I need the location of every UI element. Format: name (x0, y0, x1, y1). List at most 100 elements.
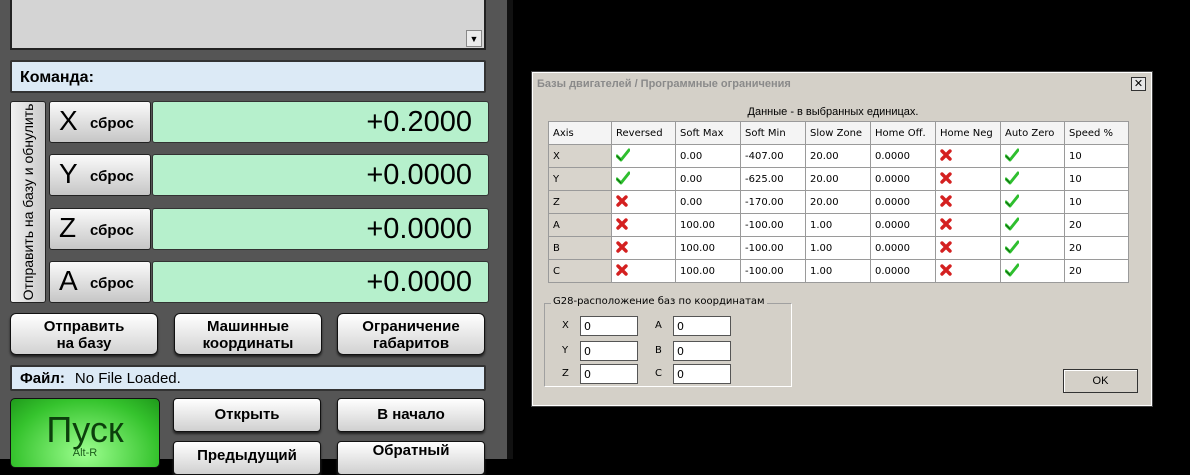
close-button[interactable]: ✕ (1131, 77, 1146, 91)
checkmark-icon (615, 148, 631, 162)
home-neg-cell[interactable] (935, 259, 1001, 283)
table-row: Y 0.00 -625.00 20.00 0.0000 10 (548, 167, 1129, 191)
ok-button[interactable]: OK (1063, 369, 1138, 393)
home-offset-cell[interactable]: 0.0000 (870, 190, 936, 214)
prev-line-button[interactable]: Предыдущий (173, 441, 321, 475)
z-axis-letter: Z (59, 212, 77, 243)
soft-max-cell[interactable]: 100.00 (675, 213, 741, 237)
home-offset-cell[interactable]: 0.0000 (870, 167, 936, 191)
g28-a-label: A (655, 320, 662, 331)
soft-max-cell[interactable]: 100.00 (675, 259, 741, 283)
auto-zero-cell[interactable] (1000, 190, 1065, 214)
g28-x-input[interactable] (580, 316, 638, 336)
g28-y-input[interactable] (580, 341, 638, 361)
soft-min-cell[interactable]: -100.00 (740, 259, 806, 283)
reverse-run-button[interactable]: Обратный (337, 441, 485, 475)
speed-cell[interactable]: 20 (1064, 213, 1129, 237)
a-dro-value[interactable]: +0.0000 (152, 261, 489, 303)
cycle-start-hotkey: Alt-R (72, 447, 98, 459)
home-offset-cell[interactable]: 0.0000 (870, 213, 936, 237)
slow-zone-cell[interactable]: 1.00 (805, 236, 871, 260)
cross-icon (616, 194, 628, 207)
slow-zone-cell[interactable]: 20.00 (805, 144, 871, 168)
axis-name-cell: Z (548, 190, 612, 214)
reversed-cell[interactable] (611, 236, 676, 260)
g28-a-input[interactable] (673, 316, 731, 336)
reversed-cell[interactable] (611, 144, 676, 168)
z-reset-button[interactable]: Z сброс (49, 208, 151, 250)
soft-max-cell[interactable]: 0.00 (675, 167, 741, 191)
column-header: Home Neg (935, 121, 1001, 145)
soft-min-cell[interactable]: -407.00 (740, 144, 806, 168)
home-offset-cell[interactable]: 0.0000 (870, 259, 936, 283)
slow-zone-cell[interactable]: 20.00 (805, 167, 871, 191)
scroll-down-button[interactable]: ▼ (466, 30, 482, 47)
auto-zero-cell[interactable] (1000, 167, 1065, 191)
soft-limits-button[interactable]: Ограничение габаритов (337, 313, 485, 355)
slow-zone-cell[interactable]: 20.00 (805, 190, 871, 214)
slow-zone-cell[interactable]: 1.00 (805, 259, 871, 283)
ref-all-home-button[interactable]: Отправить на базу и обнулить (10, 101, 46, 303)
column-header: Soft Max (675, 121, 741, 145)
g28-z-input[interactable] (580, 364, 638, 384)
x-reset-button[interactable]: X сброс (49, 101, 151, 143)
y-axis-letter: Y (59, 158, 78, 189)
soft-max-cell[interactable]: 0.00 (675, 190, 741, 214)
soft-min-cell[interactable]: -100.00 (740, 236, 806, 260)
cross-icon (616, 240, 628, 253)
speed-cell[interactable]: 10 (1064, 190, 1129, 214)
home-neg-cell[interactable] (935, 213, 1001, 237)
open-file-button[interactable]: Открыть (173, 398, 321, 432)
x-dro-value[interactable]: +0.2000 (152, 101, 489, 143)
soft-max-cell[interactable]: 100.00 (675, 236, 741, 260)
home-neg-cell[interactable] (935, 236, 1001, 260)
home-neg-cell[interactable] (935, 190, 1001, 214)
ref-home-button[interactable]: Отправить на базу (10, 313, 158, 355)
reversed-cell[interactable] (611, 167, 676, 191)
command-input[interactable]: Команда: (10, 60, 486, 93)
soft-min-cell[interactable]: -100.00 (740, 213, 806, 237)
a-reset-button[interactable]: A сброс (49, 261, 151, 303)
auto-zero-cell[interactable] (1000, 259, 1065, 283)
cross-icon (940, 263, 952, 276)
reversed-cell[interactable] (611, 190, 676, 214)
home-neg-cell[interactable] (935, 144, 1001, 168)
auto-zero-cell[interactable] (1000, 144, 1065, 168)
soft-max-cell[interactable]: 0.00 (675, 144, 741, 168)
cycle-start-button[interactable]: Пуск Alt-R (10, 398, 160, 468)
g28-b-label: B (655, 345, 662, 356)
soft-min-cell[interactable]: -625.00 (740, 167, 806, 191)
column-header: Soft Min (740, 121, 806, 145)
slow-zone-cell[interactable]: 1.00 (805, 213, 871, 237)
z-dro-value[interactable]: +0.0000 (152, 208, 489, 250)
auto-zero-cell[interactable] (1000, 236, 1065, 260)
z-reset-label: сброс (90, 222, 134, 239)
file-name: No File Loaded. (74, 370, 181, 387)
speed-cell[interactable]: 10 (1064, 144, 1129, 168)
dialog-titlebar[interactable]: Базы двигателей / Программные ограничени… (533, 73, 1151, 95)
g28-c-label: C (655, 368, 662, 379)
speed-cell[interactable]: 20 (1064, 236, 1129, 260)
machine-coords-label-line2: координаты (202, 335, 294, 352)
auto-zero-cell[interactable] (1000, 213, 1065, 237)
reversed-cell[interactable] (611, 213, 676, 237)
y-reset-button[interactable]: Y сброс (49, 154, 151, 196)
home-offset-cell[interactable]: 0.0000 (870, 144, 936, 168)
reversed-cell[interactable] (611, 259, 676, 283)
g28-x-label: X (562, 320, 569, 331)
home-neg-cell[interactable] (935, 167, 1001, 191)
speed-cell[interactable]: 10 (1064, 167, 1129, 191)
g28-b-input[interactable] (673, 341, 731, 361)
speed-cell[interactable]: 20 (1064, 259, 1129, 283)
g28-c-input[interactable] (673, 364, 731, 384)
checkmark-icon (1004, 240, 1020, 254)
soft-min-cell[interactable]: -170.00 (740, 190, 806, 214)
cross-icon (940, 217, 952, 230)
axis-name-cell: C (548, 259, 612, 283)
cross-icon (616, 217, 628, 230)
home-offset-cell[interactable]: 0.0000 (870, 236, 936, 260)
rewind-button[interactable]: В начало (337, 398, 485, 432)
mdi-history-box[interactable] (10, 0, 486, 50)
machine-coords-button[interactable]: Машинные координаты (174, 313, 322, 355)
y-dro-value[interactable]: +0.0000 (152, 154, 489, 196)
